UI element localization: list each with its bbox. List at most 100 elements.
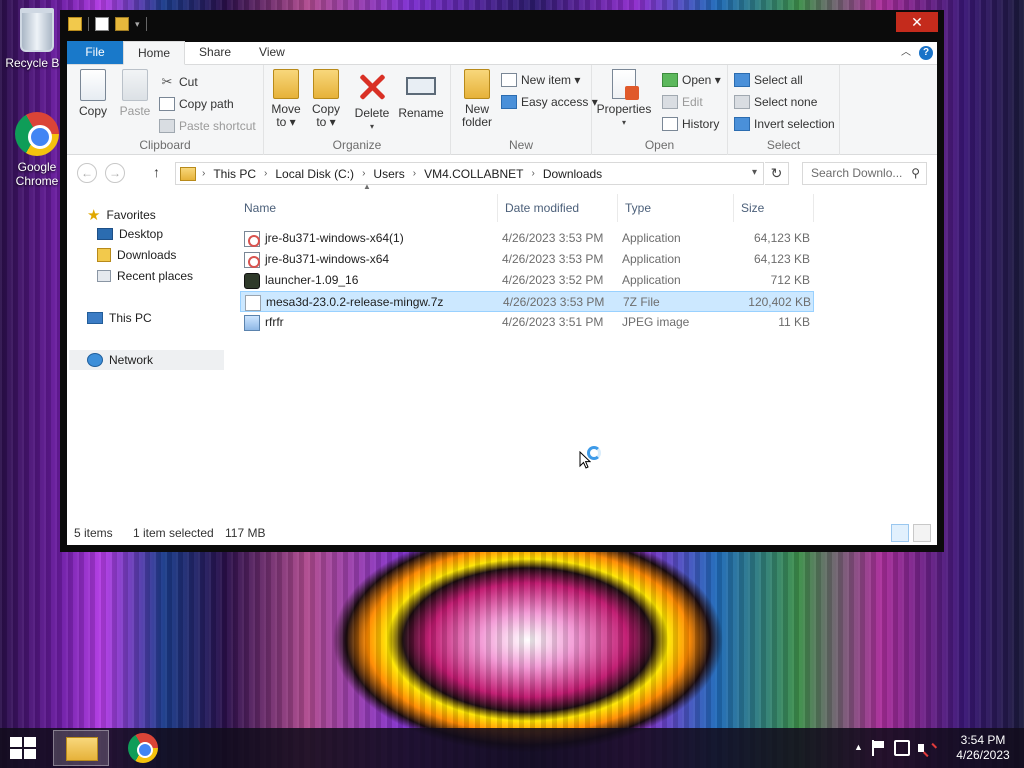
properties-icon[interactable] (95, 17, 109, 31)
refresh-icon[interactable]: ↻ (765, 162, 789, 185)
breadcrumb-separator-icon[interactable]: › (362, 168, 365, 179)
breadcrumb: › This PC › Local Disk (C:) › Users › VM… (202, 167, 602, 181)
taskbar-chrome[interactable] (116, 730, 172, 766)
tab-file[interactable]: File (67, 41, 123, 64)
group-label-open: Open (644, 138, 675, 152)
easy-access-button[interactable]: Easy access ▾ (501, 95, 598, 109)
taskbar-file-explorer[interactable] (53, 730, 109, 766)
paste-button[interactable]: Paste (115, 69, 155, 118)
qat-divider (145, 17, 147, 31)
file-name: launcher-1.09_16 (265, 273, 359, 287)
forward-arrow-icon[interactable]: → (105, 163, 125, 183)
breadcrumb-users[interactable]: Users (373, 167, 404, 181)
select-none-button[interactable]: Select none (734, 95, 817, 109)
nav-this-pc[interactable]: This PC (87, 311, 152, 325)
window-titlebar[interactable]: ▾ ✕ (60, 10, 944, 42)
column-header-size[interactable]: Size (734, 194, 814, 222)
move-to-button[interactable]: Move to ▾ (268, 69, 304, 129)
nav-item-downloads[interactable]: Downloads (97, 248, 176, 262)
breadcrumb-separator-icon[interactable]: › (264, 168, 267, 179)
group-label-clipboard: Clipboard (139, 138, 191, 152)
chevron-up-icon[interactable]: ︿ (901, 48, 911, 58)
nav-network[interactable]: Network (87, 353, 153, 367)
tab-share[interactable]: Share (185, 41, 245, 64)
open-button[interactable]: Open ▾ (662, 73, 721, 87)
sort-up-icon: ▲ (363, 182, 371, 191)
delete-button[interactable]: Delete ▾ (352, 69, 392, 133)
invert-selection-button[interactable]: Invert selection (734, 117, 835, 131)
select-all-button[interactable]: Select all (734, 73, 803, 87)
recent-places-icon (97, 270, 111, 282)
file-row[interactable]: rfrfr 4/26/2023 3:51 PM JPEG image 11 KB (240, 312, 814, 333)
chrome-icon (128, 733, 158, 763)
breadcrumb-separator-icon[interactable]: › (531, 168, 534, 179)
new-folder-icon[interactable] (115, 17, 129, 31)
show-hidden-icons-icon[interactable]: ▲ (854, 742, 863, 752)
history-icon (662, 117, 678, 131)
column-header-type[interactable]: Type (618, 194, 734, 222)
breadcrumb-vm4-collabnet[interactable]: VM4.COLLABNET (424, 167, 523, 181)
breadcrumb-separator-icon[interactable]: › (413, 168, 416, 179)
history-button[interactable]: History (662, 117, 719, 131)
ribbon-group-open: Properties ▾ Open ▾ Edit History Open (592, 65, 728, 155)
java-installer-icon (244, 251, 260, 268)
copy-path-button[interactable]: Copy path (159, 97, 234, 111)
ribbon: Copy Paste ✂ Cut Copy path Paste shortcu… (67, 65, 937, 155)
nav-item-recent-places[interactable]: Recent places (97, 269, 193, 283)
copy-button[interactable]: Copy (73, 69, 113, 118)
archive-file-icon (245, 294, 261, 311)
chevron-down-icon[interactable]: ▾ (135, 19, 140, 30)
volume-muted-icon[interactable] (918, 740, 934, 756)
file-name: rfrfr (265, 315, 284, 329)
file-row[interactable]: launcher-1.09_16 4/26/2023 3:52 PM Appli… (240, 270, 814, 291)
breadcrumb-downloads[interactable]: Downloads (543, 167, 602, 181)
file-row[interactable]: jre-8u371-windows-x64(1) 4/26/2023 3:53 … (240, 228, 814, 249)
paste-shortcut-button[interactable]: Paste shortcut (159, 119, 256, 133)
address-bar[interactable]: › This PC › Local Disk (C:) › Users › VM… (175, 162, 764, 185)
breadcrumb-separator-icon: › (202, 168, 206, 179)
tab-view[interactable]: View (245, 41, 299, 64)
navigation-pane: ★ Favorites Desktop Downloads Recent pla… (67, 207, 232, 520)
nav-favorites[interactable]: ★ Favorites (87, 206, 156, 224)
back-arrow-icon[interactable]: ← (77, 163, 97, 183)
file-type: JPEG image (622, 315, 690, 329)
properties-button[interactable]: Properties ▾ (596, 69, 652, 129)
edit-button[interactable]: Edit (662, 95, 703, 109)
breadcrumb-local-disk[interactable]: Local Disk (C:) (275, 167, 354, 181)
details-view-icon[interactable] (891, 524, 909, 542)
column-header-date-modified[interactable]: Date modified (498, 194, 618, 222)
chevron-down-icon[interactable]: ▾ (752, 167, 757, 178)
ribbon-group-new: New folder New item ▾ Easy access ▾ New (451, 65, 598, 155)
search-input[interactable]: Search Downlo... ⚲ (802, 162, 927, 185)
new-item-button[interactable]: New item ▾ (501, 73, 580, 87)
tab-home[interactable]: Home (123, 41, 186, 65)
column-header-name[interactable]: Name (237, 194, 498, 222)
file-date: 4/26/2023 3:53 PM (503, 295, 605, 309)
cut-button[interactable]: ✂ Cut (159, 74, 198, 90)
nav-item-desktop[interactable]: Desktop (97, 227, 163, 241)
file-row-selected[interactable]: mesa3d-23.0.2-release-mingw.7z 4/26/2023… (240, 291, 814, 312)
network-status-icon[interactable] (894, 740, 910, 756)
copy-to-button[interactable]: Copy to ▾ (308, 69, 344, 129)
close-button[interactable]: ✕ (896, 12, 938, 32)
window-content: File Home Share View ︿ ? Copy Paste ✂ Cu… (67, 41, 937, 545)
breadcrumb-this-pc[interactable]: This PC (213, 167, 256, 181)
large-icons-view-icon[interactable] (913, 524, 931, 542)
java-installer-icon (244, 230, 260, 247)
taskbar: ▲ 3:54 PM 4/26/2023 (0, 728, 1024, 768)
up-arrow-icon[interactable]: ↑ (153, 164, 160, 180)
windows-start-icon[interactable] (10, 737, 38, 759)
new-folder-button[interactable]: New folder (455, 69, 499, 129)
file-size: 11 KB (778, 315, 810, 329)
file-row[interactable]: jre-8u371-windows-x64 4/26/2023 3:53 PM … (240, 249, 814, 270)
taskbar-clock[interactable]: 3:54 PM 4/26/2023 (952, 733, 1014, 763)
rename-button[interactable]: Rename (396, 69, 446, 120)
folder-icon[interactable] (68, 17, 82, 31)
downloads-folder-icon (97, 248, 111, 262)
copy-icon (80, 69, 106, 101)
file-name: jre-8u371-windows-x64 (265, 252, 390, 266)
desktop-icon (97, 228, 113, 240)
scissors-icon: ✂ (161, 74, 173, 89)
help-icon[interactable]: ? (919, 46, 933, 60)
action-center-flag-icon[interactable] (872, 740, 888, 756)
